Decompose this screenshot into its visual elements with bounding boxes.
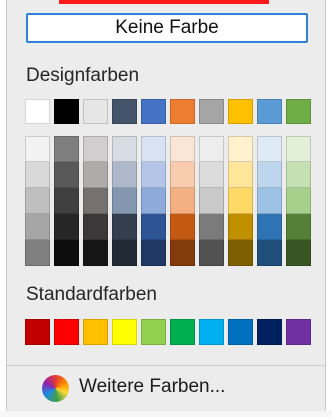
more-colors-label: Weitere Farben... (79, 376, 226, 397)
theme-shade-gold-4[interactable] (228, 214, 253, 240)
menu-divider (7, 365, 325, 366)
window-bottom-edge (0, 411, 332, 417)
theme-shade-gray-3[interactable] (199, 188, 224, 214)
standard-color-green[interactable] (170, 319, 195, 345)
theme-colors-heading: Designfarben (26, 65, 140, 86)
standard-color-light-blue[interactable] (199, 319, 224, 345)
theme-shade-white-4[interactable] (25, 214, 50, 240)
theme-shade-green-3[interactable] (286, 188, 311, 214)
theme-shade-black-3[interactable] (54, 188, 79, 214)
standard-colors-heading: Standardfarben (26, 284, 157, 305)
standard-color-purple[interactable] (286, 319, 311, 345)
theme-shade-green-2[interactable] (286, 162, 311, 188)
standard-color-yellow[interactable] (112, 319, 137, 345)
theme-shade-white-2[interactable] (25, 162, 50, 188)
standard-color-light-green[interactable] (141, 319, 166, 345)
color-wheel-icon (42, 375, 69, 402)
theme-shade-orange-1[interactable] (170, 136, 195, 162)
theme-shade-light-blue-3[interactable] (257, 188, 282, 214)
theme-shade-light-gray-2[interactable] (83, 162, 108, 188)
theme-shade-blue-1[interactable] (141, 136, 166, 162)
theme-shade-black-1[interactable] (54, 136, 79, 162)
theme-color-light-gray[interactable] (83, 99, 108, 124)
theme-color-dark-blue-gray[interactable] (112, 99, 137, 124)
theme-color-black[interactable] (54, 99, 79, 124)
theme-shade-blue-4[interactable] (141, 214, 166, 240)
theme-shade-white-5[interactable] (25, 240, 50, 266)
theme-shade-gray-4[interactable] (199, 214, 224, 240)
theme-shade-light-blue-4[interactable] (257, 214, 282, 240)
theme-shade-green-4[interactable] (286, 214, 311, 240)
theme-color-orange[interactable] (170, 99, 195, 124)
theme-shade-dark-blue-gray-4[interactable] (112, 214, 137, 240)
standard-color-red[interactable] (54, 319, 79, 345)
theme-shade-orange-5[interactable] (170, 240, 195, 266)
theme-shade-gold-3[interactable] (228, 188, 253, 214)
theme-shade-gray-1[interactable] (199, 136, 224, 162)
theme-shade-light-gray-1[interactable] (83, 136, 108, 162)
theme-shade-blue-3[interactable] (141, 188, 166, 214)
theme-shade-blue-5[interactable] (141, 240, 166, 266)
standard-color-blue[interactable] (228, 319, 253, 345)
standard-color-dark-blue[interactable] (257, 319, 282, 345)
theme-shade-dark-blue-gray-3[interactable] (112, 188, 137, 214)
theme-shade-black-2[interactable] (54, 162, 79, 188)
theme-shade-gold-2[interactable] (228, 162, 253, 188)
theme-color-gray[interactable] (199, 99, 224, 124)
no-color-button[interactable]: Keine Farbe (26, 13, 308, 43)
theme-shade-white-3[interactable] (25, 188, 50, 214)
theme-shade-dark-blue-gray-2[interactable] (112, 162, 137, 188)
theme-shade-gray-5[interactable] (199, 240, 224, 266)
standard-color-orange[interactable] (83, 319, 108, 345)
theme-shade-light-gray-3[interactable] (83, 188, 108, 214)
more-colors-button[interactable]: Weitere Farben... (42, 373, 302, 403)
theme-color-blue[interactable] (141, 99, 166, 124)
theme-shade-light-gray-5[interactable] (83, 240, 108, 266)
theme-color-white[interactable] (25, 99, 50, 124)
theme-shade-green-5[interactable] (286, 240, 311, 266)
theme-shade-dark-blue-gray-1[interactable] (112, 136, 137, 162)
theme-color-green[interactable] (286, 99, 311, 124)
theme-shade-orange-3[interactable] (170, 188, 195, 214)
theme-shade-light-blue-2[interactable] (257, 162, 282, 188)
theme-shade-gray-2[interactable] (199, 162, 224, 188)
theme-shade-black-4[interactable] (54, 214, 79, 240)
theme-shade-orange-2[interactable] (170, 162, 195, 188)
theme-shade-gold-5[interactable] (228, 240, 253, 266)
standard-color-dark-red[interactable] (25, 319, 50, 345)
theme-shade-gold-1[interactable] (228, 136, 253, 162)
theme-shade-light-blue-1[interactable] (257, 136, 282, 162)
theme-color-gold[interactable] (228, 99, 253, 124)
theme-shade-orange-4[interactable] (170, 214, 195, 240)
theme-shade-white-1[interactable] (25, 136, 50, 162)
theme-color-light-blue[interactable] (257, 99, 282, 124)
font-color-indicator (59, 0, 269, 4)
theme-shade-light-gray-4[interactable] (83, 214, 108, 240)
theme-shade-black-5[interactable] (54, 240, 79, 266)
theme-shade-blue-2[interactable] (141, 162, 166, 188)
theme-shade-light-blue-5[interactable] (257, 240, 282, 266)
theme-shade-green-1[interactable] (286, 136, 311, 162)
theme-shade-dark-blue-gray-5[interactable] (112, 240, 137, 266)
